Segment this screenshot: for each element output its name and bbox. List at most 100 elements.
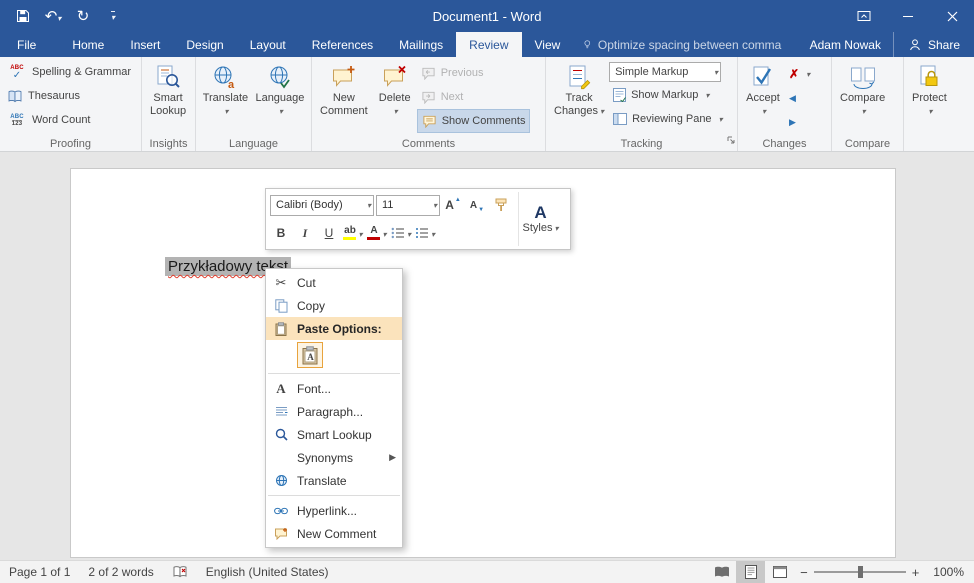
previous-change-button[interactable]: ◀: [785, 86, 814, 110]
format-painter-button[interactable]: [490, 194, 512, 216]
word-count-indicator[interactable]: 2 of 2 words: [79, 561, 162, 583]
zoom-slider-thumb[interactable]: [858, 566, 863, 578]
translate-icon: a: [212, 64, 238, 90]
show-comments-button[interactable]: Show Comments: [417, 109, 531, 133]
new-comment-icon: [331, 64, 357, 90]
next-change-button[interactable]: ▶: [785, 110, 814, 134]
minimize-button[interactable]: [886, 0, 930, 32]
menu-item-paragraph[interactable]: Paragraph...: [266, 400, 402, 423]
tab-home[interactable]: Home: [59, 32, 117, 57]
chevron-down-icon: [862, 105, 866, 118]
reviewing-pane-button[interactable]: Reviewing Pane: [609, 107, 727, 131]
translate-label: Translate: [203, 92, 248, 105]
show-markup-button[interactable]: Show Markup: [609, 83, 727, 107]
menu-separator: [268, 373, 400, 374]
italic-button[interactable]: I: [294, 222, 316, 244]
print-layout-button[interactable]: [736, 561, 765, 583]
ribbon-display-options-button[interactable]: [842, 0, 886, 32]
shrink-font-button[interactable]: A▼: [466, 194, 488, 216]
read-mode-button[interactable]: [707, 561, 736, 583]
numbering-button[interactable]: [414, 222, 436, 244]
page-indicator[interactable]: Page 1 of 1: [0, 561, 79, 583]
group-label-tracking: Tracking: [546, 138, 737, 150]
chevron-down-icon: [224, 105, 228, 118]
spelling-grammar-button[interactable]: ABC✓ Spelling & Grammar: [3, 60, 135, 84]
font-size-select[interactable]: 11: [376, 195, 440, 216]
new-comment-button[interactable]: New Comment: [315, 60, 373, 118]
tab-review[interactable]: Review: [456, 32, 521, 57]
translate-button[interactable]: a Translate: [199, 60, 252, 118]
proofing-status-button[interactable]: [163, 561, 197, 583]
tell-me-text: Optimize spacing between comma: [598, 38, 781, 52]
language-label: Language: [255, 92, 304, 105]
underline-button[interactable]: U: [318, 222, 340, 244]
chevron-down-icon: [433, 199, 437, 211]
bold-button[interactable]: B: [270, 222, 292, 244]
menu-item-font[interactable]: A Font...: [266, 377, 402, 400]
protect-button[interactable]: Protect: [907, 60, 952, 118]
tell-me-box[interactable]: Optimize spacing between comma: [573, 32, 791, 57]
redo-button[interactable]: ↻: [68, 3, 98, 29]
highlight-button[interactable]: ab: [342, 222, 364, 244]
keep-source-formatting-button[interactable]: A: [297, 342, 323, 368]
scissors-icon: ✂: [276, 275, 287, 291]
menu-item-new-comment[interactable]: New Comment: [266, 522, 402, 545]
font-name-select[interactable]: Calibri (Body): [270, 195, 374, 216]
language-button[interactable]: Language: [252, 60, 308, 118]
undo-button[interactable]: ↶: [38, 3, 68, 29]
tab-file[interactable]: File: [0, 32, 53, 57]
bullets-button[interactable]: [390, 222, 412, 244]
tab-layout[interactable]: Layout: [237, 32, 299, 57]
smart-lookup-button[interactable]: Smart Lookup: [145, 60, 191, 118]
web-layout-button[interactable]: [765, 561, 794, 583]
delete-comment-button[interactable]: Delete: [373, 60, 417, 118]
track-changes-button[interactable]: Track Changes: [549, 60, 609, 118]
zoom-out-button[interactable]: −: [794, 565, 814, 580]
save-button[interactable]: [8, 3, 38, 29]
reject-button[interactable]: ✗: [785, 62, 814, 86]
compare-button[interactable]: Compare: [835, 60, 890, 118]
customize-qat-button[interactable]: [98, 3, 128, 29]
styles-button[interactable]: Styles: [518, 192, 562, 246]
tracking-dialog-launcher[interactable]: [727, 131, 735, 149]
language-icon: [267, 64, 293, 90]
menu-item-cut[interactable]: ✂ Cut: [266, 271, 402, 294]
word-count-button[interactable]: ABC123 Word Count: [3, 108, 135, 132]
display-for-review-value: Simple Markup: [615, 66, 688, 78]
previous-comment-button[interactable]: Previous: [417, 61, 531, 85]
accept-button[interactable]: Accept: [741, 60, 785, 118]
language-indicator[interactable]: English (United States): [197, 561, 338, 583]
tab-design[interactable]: Design: [173, 32, 236, 57]
tab-view[interactable]: View: [522, 32, 574, 57]
zoom-slider[interactable]: [814, 571, 906, 573]
menu-item-translate[interactable]: Translate: [266, 469, 402, 492]
status-bar: Page 1 of 1 2 of 2 words English (United…: [0, 560, 974, 583]
zoom-level[interactable]: 100%: [925, 565, 974, 579]
menu-item-copy[interactable]: Copy: [266, 294, 402, 317]
web-layout-icon: [773, 566, 787, 578]
tab-references[interactable]: References: [299, 32, 386, 57]
display-for-review-select[interactable]: Simple Markup: [609, 62, 721, 82]
tab-insert[interactable]: Insert: [117, 32, 173, 57]
paste-option-icon: A: [302, 346, 318, 365]
delete-comment-icon: [382, 64, 408, 90]
menu-item-synonyms[interactable]: Synonyms ▶: [266, 446, 402, 469]
menu-item-smart-lookup[interactable]: Smart Lookup: [266, 423, 402, 446]
share-button[interactable]: Share: [893, 32, 974, 57]
quick-access-toolbar: ↶ ↻: [0, 3, 128, 29]
zoom-in-button[interactable]: +: [906, 565, 926, 580]
thesaurus-label: Thesaurus: [28, 90, 80, 102]
person-icon: [908, 38, 922, 52]
account-name[interactable]: Adam Nowak: [798, 32, 893, 57]
document-area[interactable]: Przykładowy tekst Calibri (Body) 11 A▲ A…: [0, 152, 974, 560]
font-color-button[interactable]: A: [366, 222, 388, 244]
thesaurus-button[interactable]: Thesaurus: [3, 84, 135, 108]
tab-mailings[interactable]: Mailings: [386, 32, 456, 57]
grow-font-button[interactable]: A▲: [442, 194, 464, 216]
menu-item-hyperlink[interactable]: Hyperlink...: [266, 499, 402, 522]
ribbon-tab-bar: File Home Insert Design Layout Reference…: [0, 32, 974, 57]
next-comment-button[interactable]: Next: [417, 85, 531, 109]
font-size-value: 11: [382, 199, 393, 211]
close-button[interactable]: [930, 0, 974, 32]
save-icon: [16, 9, 30, 23]
